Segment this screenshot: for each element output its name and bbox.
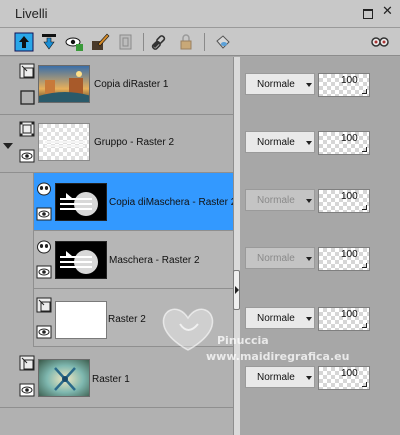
new-raster-layer-icon[interactable]	[14, 32, 34, 52]
blend-mode-select[interactable]: Normale	[245, 366, 315, 388]
mask-layer-icon	[36, 181, 52, 197]
resize-corner-icon	[362, 205, 367, 210]
restore-icon[interactable]	[363, 9, 373, 19]
visibility-eye-icon[interactable]	[19, 148, 35, 164]
layer-name[interactable]: Copia diMaschera - Raster 2	[109, 197, 236, 208]
link-icon[interactable]	[150, 32, 170, 52]
watermark-url: www.maidiregrafica.eu	[206, 350, 350, 363]
raster-layer-icon	[36, 297, 52, 313]
blend-mode-value: Normale	[257, 137, 295, 148]
opacity-field[interactable]: 100	[318, 73, 370, 97]
blend-mode-select[interactable]: Normale	[245, 189, 315, 211]
layers-toolbar	[0, 28, 400, 56]
blend-mode-value: Normale	[257, 253, 295, 264]
layer-row[interactable]: Raster 1	[0, 347, 233, 408]
visibility-eye-icon[interactable]	[36, 206, 52, 222]
opacity-value: 100	[341, 309, 358, 320]
chevron-down-icon	[306, 376, 312, 380]
layers-panel-window: Livelli ✕ Copia diRaster 1 Gruppo - Rast…	[0, 0, 400, 435]
resize-corner-icon	[362, 89, 367, 94]
toolbar-separator	[204, 33, 205, 51]
raster-layer-icon	[19, 355, 35, 371]
blend-mode-select[interactable]: Normale	[245, 131, 315, 153]
opacity-value: 100	[341, 133, 358, 144]
blend-mode-select[interactable]: Normale	[245, 73, 315, 95]
raster-layer-icon	[19, 63, 35, 79]
opacity-field[interactable]: 100	[318, 247, 370, 271]
resize-corner-icon	[362, 263, 367, 268]
panel-splitter[interactable]	[233, 57, 240, 435]
group-indent-line	[33, 173, 34, 347]
panel-title: Livelli	[15, 6, 48, 21]
visibility-eye-icon[interactable]	[19, 382, 35, 398]
layer-row-selected[interactable]: Copia diMaschera - Raster 2	[34, 173, 236, 231]
opacity-value: 100	[341, 191, 358, 202]
layer-row[interactable]: Copia diRaster 1	[0, 57, 233, 115]
mask-thumbnail	[55, 241, 107, 279]
chevron-down-icon	[306, 83, 312, 87]
blend-mode-value: Normale	[257, 79, 295, 90]
group-layer-icon	[19, 121, 35, 137]
visibility-eye-icon[interactable]	[36, 264, 52, 280]
opacity-value: 100	[341, 368, 358, 379]
layer-thumbnail	[55, 301, 107, 339]
blend-mode-select[interactable]: Normale	[245, 247, 315, 269]
layer-thumbnail	[38, 123, 90, 161]
visibility-checkbox[interactable]	[20, 90, 36, 106]
chevron-down-icon	[306, 257, 312, 261]
visibility-eye-icon[interactable]	[64, 32, 84, 52]
resize-corner-icon	[362, 323, 367, 328]
blend-mode-value: Normale	[257, 372, 295, 383]
duplicate-layer-icon[interactable]	[116, 32, 136, 52]
mask-layer-icon	[36, 239, 52, 255]
expand-arrow-icon[interactable]	[3, 143, 13, 149]
chevron-down-icon	[306, 317, 312, 321]
blend-mode-select[interactable]: Normale	[245, 307, 315, 329]
layer-thumbnail	[38, 65, 90, 103]
resize-corner-icon	[362, 147, 367, 152]
opacity-field[interactable]: 100	[318, 366, 370, 390]
layer-name[interactable]: Raster 1	[92, 374, 130, 385]
toolbar-separator	[143, 33, 144, 51]
lock-icon[interactable]	[176, 32, 196, 52]
paint-brush-icon[interactable]	[90, 32, 110, 52]
layer-name[interactable]: Raster 2	[108, 314, 146, 325]
opacity-value: 100	[341, 249, 358, 260]
opacity-field[interactable]: 100	[318, 131, 370, 155]
collapse-arrow-icon[interactable]	[235, 286, 239, 294]
layer-name[interactable]: Copia diRaster 1	[94, 79, 168, 90]
blend-mode-value: Normale	[257, 195, 295, 206]
layer-row[interactable]: Gruppo - Raster 2	[0, 115, 233, 173]
close-icon[interactable]: ✕	[382, 5, 396, 19]
layer-name[interactable]: Gruppo - Raster 2	[94, 137, 174, 148]
title-bar: Livelli ✕	[0, 0, 400, 28]
opacity-value: 100	[341, 75, 358, 86]
new-mask-layer-icon[interactable]	[39, 32, 59, 52]
chevron-down-icon	[306, 141, 312, 145]
watermark-text: Pinuccia	[217, 334, 269, 347]
layer-row[interactable]: Maschera - Raster 2	[34, 231, 233, 289]
opacity-field[interactable]: 100	[318, 189, 370, 213]
visibility-eye-icon[interactable]	[36, 324, 52, 340]
view-glasses-icon[interactable]	[370, 32, 390, 52]
layer-thumbnail	[38, 359, 90, 397]
layer-name[interactable]: Maschera - Raster 2	[109, 255, 200, 266]
chevron-down-icon	[306, 199, 312, 203]
resize-corner-icon	[362, 382, 367, 387]
paint-bucket-icon[interactable]	[212, 32, 232, 52]
layer-row[interactable]: Raster 2	[34, 289, 233, 347]
opacity-field[interactable]: 100	[318, 307, 370, 331]
mask-thumbnail	[55, 183, 107, 221]
blend-mode-value: Normale	[257, 313, 295, 324]
